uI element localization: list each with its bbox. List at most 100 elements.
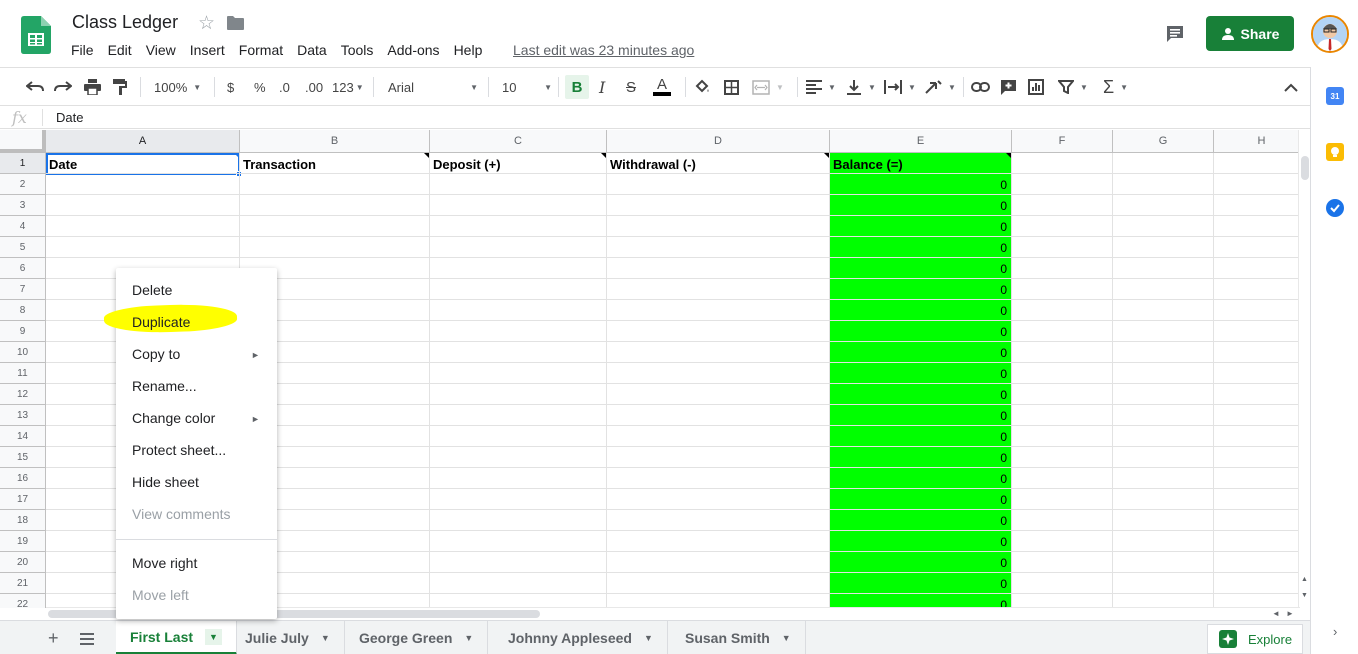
last-edit-link[interactable]: Last edit was 23 minutes ago <box>513 42 694 58</box>
menu-file[interactable]: File <box>64 40 101 60</box>
balance-cell[interactable]: 0 <box>967 199 1007 213</box>
strikethrough-button[interactable]: S <box>626 77 636 97</box>
comment-history-icon[interactable] <box>1165 24 1185 44</box>
add-sheet-icon[interactable]: + <box>48 628 59 649</box>
menu-addons[interactable]: Add-ons <box>380 40 446 60</box>
bold-button[interactable]: B <box>565 75 589 99</box>
column-header-g[interactable]: G <box>1113 130 1214 153</box>
menu-item-change-color[interactable]: Change color <box>132 410 215 426</box>
balance-cell[interactable]: 0 <box>967 325 1007 339</box>
menu-format[interactable]: Format <box>232 40 290 60</box>
print-icon[interactable] <box>84 77 101 97</box>
sheet-tab-johnny-appleseed[interactable]: Johnny Appleseed ▼ <box>494 621 668 654</box>
increase-decimal-button[interactable]: .00 <box>305 77 323 97</box>
balance-cell[interactable]: 0 <box>967 283 1007 297</box>
formula-input[interactable]: Date <box>56 110 83 125</box>
chevron-down-icon[interactable]: ▼ <box>321 633 330 643</box>
balance-cell[interactable]: 0 <box>967 220 1007 234</box>
row-header-10[interactable]: 10 <box>0 342 46 363</box>
row-header-12[interactable]: 12 <box>0 384 46 405</box>
balance-cell[interactable]: 0 <box>967 409 1007 423</box>
functions-icon[interactable]: Σ ▼ <box>1103 77 1128 97</box>
chevron-down-icon[interactable]: ▼ <box>644 633 653 643</box>
more-formats-button[interactable]: 123 ▼ <box>332 77 364 97</box>
font-size-select[interactable]: 10 ▼ <box>502 77 552 97</box>
menu-item-hide-sheet[interactable]: Hide sheet <box>132 474 199 490</box>
explore-button[interactable]: Explore <box>1207 624 1303 654</box>
menu-data[interactable]: Data <box>290 40 334 60</box>
column-header-b[interactable]: B <box>240 130 430 153</box>
balance-cell[interactable]: 0 <box>967 577 1007 591</box>
menu-item-protect-sheet[interactable]: Protect sheet... <box>132 442 226 458</box>
menu-item-rename[interactable]: Rename... <box>132 378 197 394</box>
borders-icon[interactable] <box>724 77 739 97</box>
row-header-11[interactable]: 11 <box>0 363 46 384</box>
row-header-2[interactable]: 2 <box>0 174 46 195</box>
row-header-6[interactable]: 6 <box>0 258 46 279</box>
collapse-menu-icon[interactable] <box>1284 77 1298 97</box>
text-wrap-icon[interactable]: ▼ <box>884 77 916 97</box>
menu-item-duplicate[interactable]: Duplicate <box>132 314 190 330</box>
share-button[interactable]: Share <box>1206 16 1294 51</box>
header-cell[interactable]: Deposit (+) <box>433 157 501 172</box>
expand-panel-icon[interactable]: › <box>1333 624 1337 639</box>
insert-chart-icon[interactable] <box>1028 77 1044 97</box>
scroll-down-icon[interactable]: ▼ <box>1301 592 1308 599</box>
row-header-18[interactable]: 18 <box>0 510 46 531</box>
sheets-logo-icon[interactable] <box>21 16 51 54</box>
sheet-tab-george-green[interactable]: George Green ▼ <box>345 621 489 654</box>
calendar-icon[interactable]: 31 <box>1326 87 1344 105</box>
row-header-4[interactable]: 4 <box>0 216 46 237</box>
menu-item-copy-to[interactable]: Copy to <box>132 346 180 362</box>
balance-cell[interactable]: 0 <box>967 556 1007 570</box>
column-header-f[interactable]: F <box>1012 130 1113 153</box>
row-header-1[interactable]: 1 <box>0 153 46 174</box>
percent-button[interactable]: % <box>254 77 266 97</box>
header-cell[interactable]: Balance (=) <box>833 157 903 172</box>
row-header-13[interactable]: 13 <box>0 405 46 426</box>
row-header-17[interactable]: 17 <box>0 489 46 510</box>
align-left-icon[interactable]: ▼ <box>806 77 836 97</box>
row-header-3[interactable]: 3 <box>0 195 46 216</box>
document-title[interactable]: Class Ledger <box>72 12 178 33</box>
account-avatar[interactable] <box>1311 15 1349 53</box>
undo-icon[interactable] <box>26 77 44 97</box>
text-color-button[interactable]: A <box>653 77 671 97</box>
fill-color-icon[interactable] <box>694 77 710 97</box>
chevron-down-icon[interactable]: ▼ <box>464 633 473 643</box>
keep-icon[interactable] <box>1326 143 1344 161</box>
menu-item-move-right[interactable]: Move right <box>132 555 197 571</box>
vertical-scrollbar[interactable]: ▲ ▼ <box>1298 130 1310 608</box>
chevron-down-icon[interactable]: ▼ <box>782 633 791 643</box>
menu-edit[interactable]: Edit <box>101 40 139 60</box>
currency-button[interactable]: $ <box>227 77 234 97</box>
balance-cell[interactable]: 0 <box>967 241 1007 255</box>
sheet-tab-julie-july[interactable]: Julie July ▼ <box>231 621 345 654</box>
insert-link-icon[interactable] <box>971 77 990 97</box>
tasks-icon[interactable] <box>1326 199 1344 217</box>
menu-insert[interactable]: Insert <box>183 40 232 60</box>
scroll-up-icon[interactable]: ▲ <box>1301 576 1308 583</box>
row-header-7[interactable]: 7 <box>0 279 46 300</box>
balance-cell[interactable]: 0 <box>967 367 1007 381</box>
row-header-9[interactable]: 9 <box>0 321 46 342</box>
decrease-decimal-button[interactable]: .0 <box>279 77 290 97</box>
balance-cell[interactable]: 0 <box>967 451 1007 465</box>
filter-icon[interactable]: ▼ <box>1058 77 1088 97</box>
row-header-20[interactable]: 20 <box>0 552 46 573</box>
column-header-d[interactable]: D <box>607 130 830 153</box>
all-sheets-icon[interactable] <box>80 632 94 650</box>
column-header-a[interactable]: A <box>46 130 240 153</box>
balance-cell[interactable]: 0 <box>967 430 1007 444</box>
folder-icon[interactable] <box>227 16 244 30</box>
scroll-right-icon[interactable]: ► <box>1286 609 1294 618</box>
balance-cell[interactable]: 0 <box>967 346 1007 360</box>
balance-cell[interactable]: 0 <box>967 388 1007 402</box>
header-cell[interactable]: Date <box>49 157 77 172</box>
row-header-5[interactable]: 5 <box>0 237 46 258</box>
merge-cells-icon[interactable]: ▼ <box>752 77 784 97</box>
balance-cell[interactable]: 0 <box>967 304 1007 318</box>
row-header-19[interactable]: 19 <box>0 531 46 552</box>
insert-comment-icon[interactable] <box>1000 77 1017 97</box>
menu-item-delete[interactable]: Delete <box>132 282 172 298</box>
